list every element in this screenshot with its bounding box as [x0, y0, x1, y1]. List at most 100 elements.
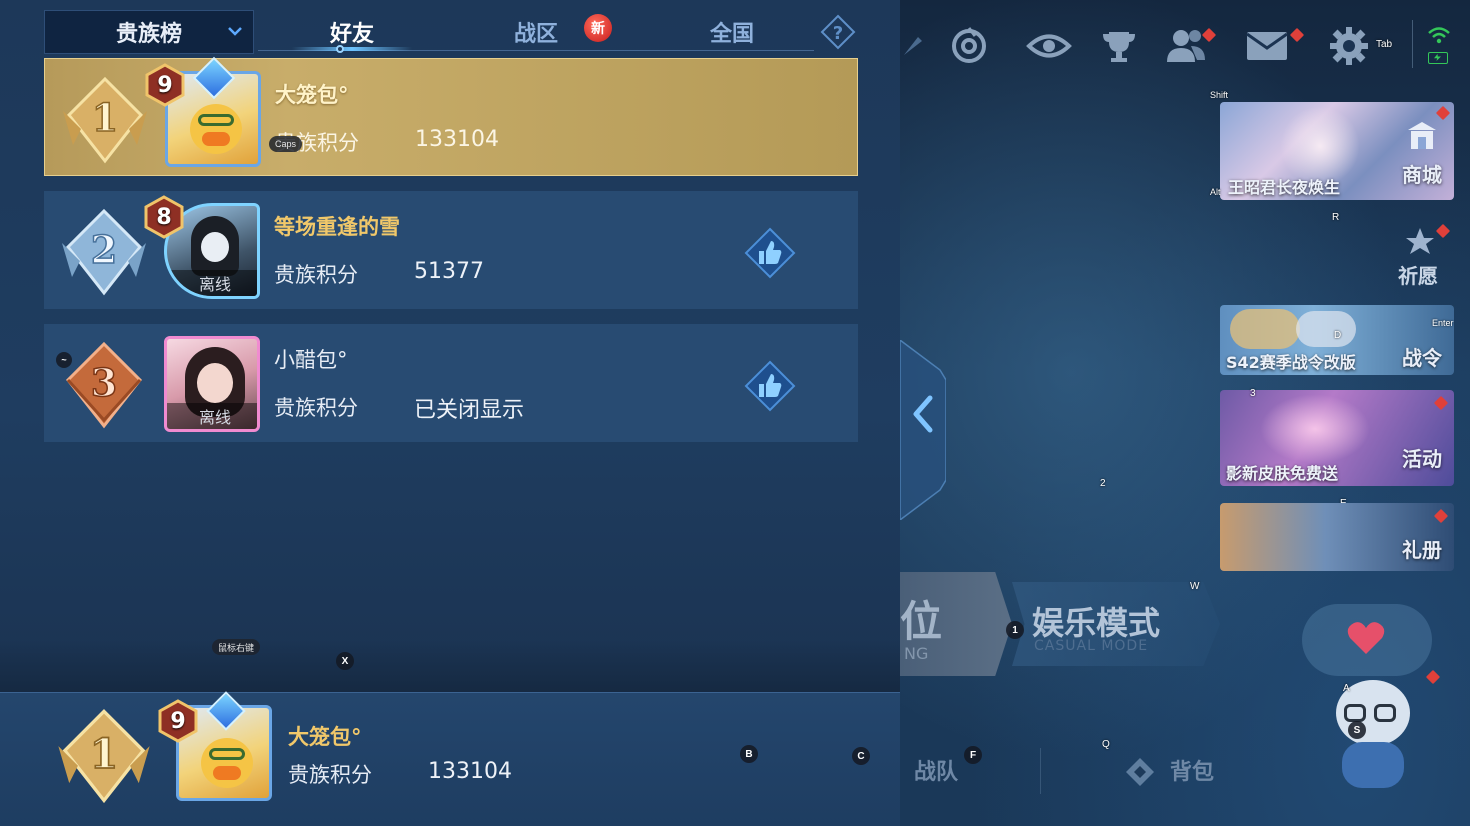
bear-mascot-art	[1296, 311, 1356, 347]
friends-icon[interactable]	[1164, 24, 1217, 68]
score-label: 贵族积分	[274, 396, 358, 420]
score-value: 133104	[415, 127, 499, 152]
ranked-mode-button[interactable]: 位 NG	[900, 572, 1012, 676]
key-hint-x: X	[336, 652, 354, 670]
rank-silver-badge-icon: 2	[62, 208, 146, 296]
level-number: 9	[157, 72, 173, 98]
thumbs-up-icon[interactable]	[744, 360, 796, 412]
wish-label: 祈愿	[1398, 264, 1438, 288]
key-hint-d: D	[1334, 330, 1342, 341]
leaderboard-row[interactable]: 3 离线 小醋包° 贵族积分 已关闭显示	[44, 324, 858, 442]
game-lobby-background: Tab Shift 商城 王昭君长夜焕生 Alt R 祈愿 战令 S42赛季战令…	[900, 0, 1470, 826]
tab-zone[interactable]: 战区	[476, 10, 596, 54]
list-fade	[0, 640, 900, 692]
battle-pass-promo: S42赛季战令改版	[1226, 353, 1356, 372]
collapse-panel-button[interactable]	[899, 338, 947, 522]
events-promo: 影新皮肤免费送	[1226, 464, 1339, 483]
mail-icon[interactable]	[1244, 24, 1305, 68]
leaderboard-panel: 贵族榜 好友 战区 新 全国 ? 1 9 大笼包° 贵族积分 133104 Ca…	[0, 0, 900, 826]
level-badge: 9	[156, 699, 200, 743]
tab-zone-label: 战区	[513, 22, 558, 47]
casual-mode-en: CASUAL MODE	[1034, 638, 1149, 654]
ranked-mode-en: NG	[904, 644, 929, 663]
level-badge: 9	[143, 63, 187, 107]
settings-gear-icon[interactable]	[1326, 24, 1372, 68]
divider	[1040, 748, 1041, 794]
gift-book-label: 礼册	[1402, 538, 1442, 562]
hero-skin-art	[1260, 394, 1370, 464]
my-score-label: 贵族积分	[288, 763, 372, 787]
wish-button[interactable]: 祈愿	[1390, 223, 1451, 288]
notification-dot	[1433, 395, 1449, 411]
active-tab-indicator	[292, 47, 412, 51]
team-label[interactable]: 战队	[914, 754, 958, 786]
svg-text:?: ?	[833, 23, 843, 44]
my-name: 大笼包°	[288, 725, 362, 749]
trophy-icon[interactable]	[1096, 24, 1142, 68]
offline-status: 离线	[167, 403, 257, 429]
mascot-character[interactable]	[1328, 676, 1418, 796]
key-hint-3: 3	[1250, 388, 1256, 399]
key-hint-enter: Enter	[1432, 318, 1454, 328]
wifi-icon	[1426, 26, 1452, 48]
shop-icon	[1404, 118, 1440, 154]
leaderboard-row[interactable]: 2 离线 8 等场重逢的雪 贵族积分 51377	[44, 191, 858, 309]
my-score-value: 133104	[428, 759, 512, 784]
chat-bubble[interactable]	[1302, 604, 1432, 676]
help-icon[interactable]: ?	[820, 14, 856, 50]
leaderboard-type-label: 贵族榜	[115, 22, 182, 47]
key-hint-w: W	[1190, 581, 1200, 592]
level-badge: 8	[142, 195, 186, 239]
shop-promo-text: 王昭君长夜焕生	[1228, 178, 1341, 197]
chevron-down-icon	[228, 27, 242, 36]
level-number: 8	[156, 204, 172, 230]
score-hidden-value: 已关闭显示	[414, 398, 525, 423]
level-number: 9	[170, 708, 186, 734]
score-label: 贵族积分	[274, 263, 358, 287]
rank-number: 2	[91, 227, 117, 272]
key-hint-shift: Shift	[1210, 90, 1229, 100]
heart-icon	[1347, 622, 1385, 654]
key-hint-1: 1	[1006, 621, 1024, 639]
divider	[1412, 20, 1413, 68]
rank-number: 1	[90, 729, 119, 778]
score-value: 51377	[414, 259, 484, 284]
active-tab-dot	[336, 45, 344, 53]
player-avatar[interactable]: 离线	[164, 336, 260, 432]
key-hint-r: R	[1332, 212, 1340, 223]
notification-dot	[1289, 27, 1305, 43]
tab-friends-label: 好友	[329, 22, 374, 47]
bear-mascot-art	[1230, 309, 1300, 349]
leaderboard-row[interactable]: 1 9 大笼包° 贵族积分 133104 Caps	[44, 56, 858, 176]
rank-bronze-badge-icon: 3	[66, 341, 142, 429]
key-hint-f: F	[964, 746, 982, 764]
thumbs-up-icon[interactable]	[744, 227, 796, 279]
partial-icon	[900, 24, 936, 68]
bag-label[interactable]: 背包	[1170, 754, 1214, 786]
my-rank-footer: 1 9 大笼包° 贵族积分 133104 B C	[0, 691, 900, 826]
target-icon[interactable]	[946, 24, 992, 68]
player-name: 大笼包°	[275, 83, 349, 107]
events-label: 活动	[1402, 447, 1442, 471]
bag-icon[interactable]	[1122, 754, 1158, 790]
notification-dot	[1425, 669, 1441, 685]
key-hint-tab: Tab	[1376, 39, 1393, 50]
events-card[interactable]: 活动 影新皮肤免费送	[1220, 390, 1454, 486]
casual-mode-button[interactable]: 娱乐模式 CASUAL MODE	[1012, 582, 1220, 666]
key-hint-q: Q	[1102, 739, 1110, 750]
player-name: 小醋包°	[274, 348, 348, 372]
tab-bar: 贵族榜 好友 战区 新 全国 ?	[44, 10, 864, 54]
battle-pass-label: 战令	[1402, 346, 1442, 370]
gift-book-card[interactable]: 礼册	[1220, 503, 1454, 571]
rank-gold-badge-icon: 1	[63, 76, 147, 164]
offline-status: 离线	[167, 270, 257, 296]
tab-national-label: 全国	[709, 22, 754, 47]
rank-number: 1	[92, 95, 118, 140]
tab-national[interactable]: 全国	[672, 10, 792, 54]
key-hint-a: A	[1343, 683, 1350, 694]
key-hint-b: B	[740, 745, 758, 763]
leaderboard-type-select[interactable]: 贵族榜	[44, 10, 254, 54]
watch-eye-icon[interactable]	[1026, 24, 1072, 68]
key-hint-c: C	[852, 747, 870, 765]
shop-card[interactable]: 商城 王昭君长夜焕生	[1220, 102, 1454, 200]
